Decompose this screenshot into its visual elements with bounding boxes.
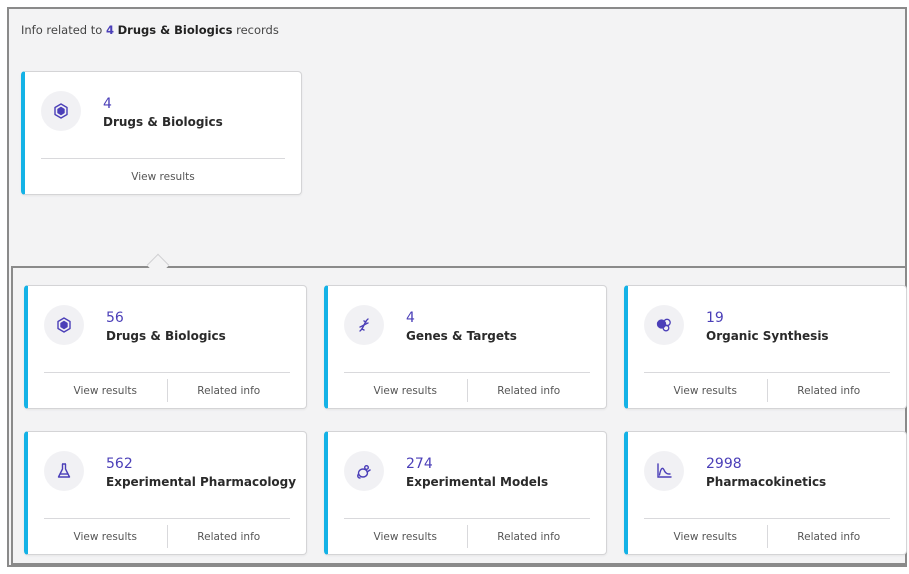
view-results-link[interactable]: View results — [344, 373, 467, 408]
view-results-link[interactable]: View results — [41, 159, 285, 194]
synthesis-molecules-icon — [644, 305, 684, 345]
related-card-label: Genes & Targets — [406, 329, 517, 343]
related-card-label: Experimental Pharmacology — [106, 475, 297, 489]
view-results-link[interactable]: View results — [44, 373, 167, 408]
related-card-organic-synthesis: 19 Organic Synthesis View results Relate… — [624, 285, 907, 409]
card-actions: View results Related info — [644, 373, 890, 408]
related-card-count: 4 — [406, 310, 415, 326]
view-results-link[interactable]: View results — [344, 519, 467, 554]
related-info-link[interactable]: Related info — [466, 379, 591, 402]
related-info-link[interactable]: Related info — [466, 525, 591, 548]
related-info-frame: Info related to 4 Drugs & Biologics reco… — [7, 7, 907, 567]
drug-molecule-icon — [41, 91, 81, 131]
header-category: Drugs & Biologics — [117, 23, 233, 37]
card-actions: View results Related info — [344, 519, 590, 554]
card-actions: View results Related info — [644, 519, 890, 554]
card-actions: View results — [41, 159, 285, 194]
dna-helix-icon — [344, 305, 384, 345]
related-card-genes-targets: 4 Genes & Targets View results Related i… — [324, 285, 607, 409]
related-card-pharmacokinetics: 2998 Pharmacokinetics View results Relat… — [624, 431, 907, 555]
header-suffix: records — [236, 23, 279, 37]
related-card-label: Organic Synthesis — [706, 329, 829, 343]
results-header: Info related to 4 Drugs & Biologics reco… — [21, 23, 279, 37]
related-info-link[interactable]: Related info — [166, 525, 291, 548]
related-info-link[interactable]: Related info — [166, 379, 291, 402]
related-card-count: 562 — [106, 456, 133, 472]
source-card-drugs-biologics: 4 Drugs & Biologics View results — [21, 71, 302, 195]
related-card-count: 56 — [106, 310, 124, 326]
header-prefix: Info related to — [21, 23, 103, 37]
view-results-link[interactable]: View results — [44, 519, 167, 554]
related-card-label: Pharmacokinetics — [706, 475, 827, 489]
related-card-experimental-models: 274 Experimental Models View results Rel… — [324, 431, 607, 555]
card-actions: View results Related info — [44, 373, 290, 408]
drug-molecule-icon — [44, 305, 84, 345]
related-card-label: Drugs & Biologics — [106, 329, 226, 343]
source-card-label: Drugs & Biologics — [103, 115, 223, 129]
source-card-count: 4 — [103, 96, 112, 112]
related-card-count: 19 — [706, 310, 724, 326]
card-actions: View results Related info — [344, 373, 590, 408]
related-card-count: 2998 — [706, 456, 742, 472]
header-count: 4 — [105, 23, 114, 37]
pk-curve-icon — [644, 451, 684, 491]
view-results-link[interactable]: View results — [644, 373, 767, 408]
related-card-count: 274 — [406, 456, 433, 472]
card-actions: View results Related info — [44, 519, 290, 554]
flask-icon — [44, 451, 84, 491]
mouse-model-icon — [344, 451, 384, 491]
related-info-link[interactable]: Related info — [766, 525, 891, 548]
related-info-link[interactable]: Related info — [766, 379, 891, 402]
related-card-experimental-pharmacology: 562 Experimental Pharmacology View resul… — [24, 431, 307, 555]
related-card-label: Experimental Models — [406, 475, 549, 489]
view-results-link[interactable]: View results — [644, 519, 767, 554]
related-card-drugs-biologics: 56 Drugs & Biologics View results Relate… — [24, 285, 307, 409]
related-info-panel: 56 Drugs & Biologics View results Relate… — [11, 266, 907, 565]
